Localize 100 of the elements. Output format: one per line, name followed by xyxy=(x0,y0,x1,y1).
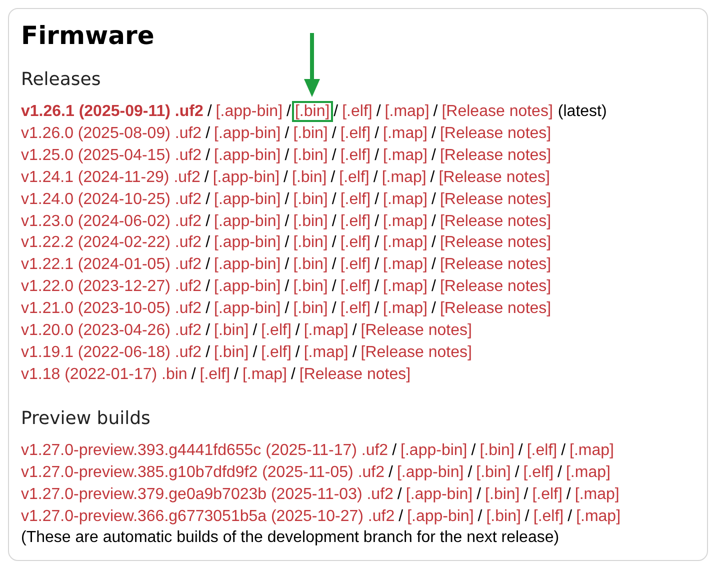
file-link[interactable]: [.elf] xyxy=(342,103,372,120)
file-link[interactable]: [.elf] xyxy=(261,322,292,340)
file-link[interactable]: [Release notes] xyxy=(440,124,552,142)
file-link[interactable]: [.app-bin] xyxy=(406,486,473,503)
file-link[interactable]: [.elf] xyxy=(523,464,554,481)
file-link[interactable]: [.bin] xyxy=(293,146,328,164)
file-link[interactable]: [.map] xyxy=(383,256,428,274)
file-link[interactable]: [.elf] xyxy=(533,508,564,524)
file-link[interactable]: [.app-bin] xyxy=(214,256,281,274)
version-link[interactable]: v1.20.0 (2023-04-26) .uf2 xyxy=(21,322,202,340)
file-link[interactable]: [.app-bin] xyxy=(214,300,281,318)
version-link[interactable]: v1.22.0 (2023-12-27) .uf2 xyxy=(21,278,202,296)
file-link[interactable]: [.app-bin] xyxy=(214,212,281,230)
separator: / xyxy=(206,300,210,318)
file-link[interactable]: [.elf] xyxy=(340,190,371,208)
version-link[interactable]: v1.27.0-preview.379.ge0a9b7023b (2025-11-03) .uf2 xyxy=(21,486,394,503)
file-link[interactable]: [.bin] xyxy=(214,344,249,361)
file-link[interactable]: [.bin] xyxy=(480,442,514,459)
version-link[interactable]: v1.26.1 (2025-09-11) .uf2 xyxy=(21,103,204,120)
file-link[interactable]: [.app-bin] xyxy=(214,278,281,296)
file-link[interactable]: [.map] xyxy=(570,442,614,459)
file-link[interactable]: [.bin] xyxy=(485,486,520,503)
file-link[interactable]: [.map] xyxy=(383,190,428,208)
version-link[interactable]: v1.22.1 (2024-01-05) .uf2 xyxy=(21,256,202,274)
file-link[interactable]: [.map] xyxy=(383,212,428,230)
version-link[interactable]: v1.19.1 (2022-06-18) .uf2 xyxy=(21,344,202,361)
file-link[interactable]: [.map] xyxy=(382,168,426,186)
file-link[interactable]: [Release notes] xyxy=(442,103,553,120)
file-link[interactable]: [.bin] xyxy=(292,101,333,122)
file-link[interactable]: [.app-bin] xyxy=(214,124,281,142)
file-link[interactable]: [.bin] xyxy=(293,278,328,296)
file-link[interactable]: [.app-bin] xyxy=(400,442,468,459)
file-link[interactable]: [.bin] xyxy=(486,508,521,524)
file-link[interactable]: [.map] xyxy=(574,486,620,503)
file-link[interactable]: [.app-bin] xyxy=(214,146,281,164)
page-title: Firmware xyxy=(21,21,156,51)
file-link[interactable]: [Release notes] xyxy=(440,212,552,230)
file-link[interactable]: [.app-bin] xyxy=(212,168,280,186)
file-link[interactable]: [.app-bin] xyxy=(216,103,283,120)
file-link[interactable]: [Release notes] xyxy=(360,322,472,340)
version-link[interactable]: v1.27.0-preview.366.g6773051b5a (2025-10-27) .uf2 xyxy=(21,508,395,524)
file-link[interactable]: [Release notes] xyxy=(299,366,411,383)
file-link[interactable]: [Release notes] xyxy=(360,344,472,361)
file-link[interactable]: [Release notes] xyxy=(438,168,550,186)
file-link[interactable]: [.map] xyxy=(304,344,348,361)
file-link[interactable]: [Release notes] xyxy=(440,146,552,164)
version-link[interactable]: v1.24.0 (2024-10-25) .uf2 xyxy=(21,190,202,208)
file-link[interactable]: [.elf] xyxy=(340,278,371,296)
file-link[interactable]: [.map] xyxy=(576,508,621,524)
file-link[interactable]: [.elf] xyxy=(340,212,371,230)
file-link[interactable]: [Release notes] xyxy=(440,278,552,296)
version-link[interactable]: v1.21.0 (2023-10-05) .uf2 xyxy=(21,300,202,318)
file-link[interactable]: [.bin] xyxy=(214,322,249,340)
file-link[interactable]: [.elf] xyxy=(340,256,371,274)
version-link[interactable]: v1.24.1 (2024-11-29) .uf2 xyxy=(21,168,200,186)
file-link[interactable]: [.map] xyxy=(242,366,287,383)
file-link[interactable]: [.bin] xyxy=(293,190,328,208)
version-link[interactable]: v1.25.0 (2025-04-15) .uf2 xyxy=(21,146,202,164)
file-link[interactable]: [Release notes] xyxy=(440,256,552,274)
separator: / xyxy=(284,234,290,252)
file-link[interactable]: [.elf] xyxy=(340,300,371,318)
separator: / xyxy=(374,212,380,230)
version-link[interactable]: v1.18 (2022-01-17) .bin xyxy=(21,366,188,383)
section-heading: Releases xyxy=(21,69,102,91)
file-link[interactable]: [.map] xyxy=(383,146,428,164)
file-link[interactable]: [.app-bin] xyxy=(214,190,281,208)
file-link[interactable]: [.elf] xyxy=(200,366,230,383)
version-link[interactable]: v1.27.0-preview.385.g10b7dfd9f2 (2025-11-05) .uf2 xyxy=(21,464,385,481)
file-link[interactable]: [.bin] xyxy=(293,212,328,230)
file-link[interactable]: [.elf] xyxy=(532,486,562,503)
down-arrow-icon xyxy=(304,33,320,97)
file-link[interactable]: [Release notes] xyxy=(440,190,552,208)
file-link[interactable]: [.map] xyxy=(384,103,430,120)
file-link[interactable]: [.map] xyxy=(383,300,428,318)
file-link[interactable]: [.bin] xyxy=(292,168,327,186)
file-link[interactable]: [.elf] xyxy=(340,124,371,142)
file-link[interactable]: [.elf] xyxy=(340,234,371,252)
file-link[interactable]: [.bin] xyxy=(293,256,328,274)
version-link[interactable]: v1.27.0-preview.393.g4441fd655c (2025-11-17) .uf2 xyxy=(21,442,388,459)
file-link[interactable]: [.map] xyxy=(383,278,428,296)
file-link[interactable]: [.elf] xyxy=(261,344,292,361)
file-link[interactable]: [.elf] xyxy=(526,442,558,459)
file-link[interactable]: [.bin] xyxy=(476,464,511,481)
file-link[interactable]: [.elf] xyxy=(339,168,370,186)
file-link[interactable]: [Release notes] xyxy=(440,300,552,318)
file-link[interactable]: [.app-bin] xyxy=(407,508,474,524)
file-link[interactable]: [.bin] xyxy=(293,124,328,142)
file-link[interactable]: [.map] xyxy=(304,322,348,340)
file-link[interactable]: [Release notes] xyxy=(440,234,552,252)
file-link[interactable]: [.map] xyxy=(383,124,428,142)
file-link[interactable]: [.map] xyxy=(566,464,610,481)
file-link[interactable]: [.bin] xyxy=(293,234,328,252)
file-link[interactable]: [.app-bin] xyxy=(214,234,281,252)
version-link[interactable]: v1.23.0 (2024-06-02) .uf2 xyxy=(21,212,202,230)
file-link[interactable]: [.bin] xyxy=(293,300,328,318)
version-link[interactable]: v1.22.2 (2024-02-22) .uf2 xyxy=(21,234,202,252)
file-link[interactable]: [.map] xyxy=(383,234,428,252)
file-link[interactable]: [.app-bin] xyxy=(396,464,464,481)
version-link[interactable]: v1.26.0 (2025-08-09) .uf2 xyxy=(21,124,202,142)
file-link[interactable]: [.elf] xyxy=(340,146,371,164)
